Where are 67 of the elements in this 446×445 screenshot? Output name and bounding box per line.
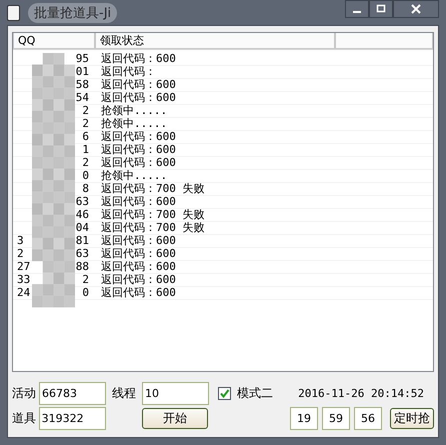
- app-icon: [7, 4, 20, 20]
- table-cell: 33: [17, 274, 30, 286]
- table-cell-text: 返回代码：600: [100, 261, 176, 273]
- timer-button[interactable]: 定时抢: [390, 408, 434, 429]
- table-cell: 6: [82, 131, 89, 143]
- checkbox[interactable]: [218, 387, 231, 400]
- table-cell: 8: [82, 183, 89, 195]
- input-field[interactable]: 56: [354, 407, 382, 430]
- input-field[interactable]: 19: [290, 407, 318, 430]
- table-cell-text: 返回代码：700 失败: [100, 183, 204, 195]
- maximize-button[interactable]: [369, 0, 393, 18]
- table-cell: 63: [76, 196, 89, 208]
- table-cell: 3: [17, 235, 24, 247]
- table-cell: 1: [82, 144, 89, 156]
- table-cell: 88: [76, 261, 89, 273]
- table-cell-text: 抢领中.....: [100, 170, 168, 182]
- input-field[interactable]: 10: [142, 382, 209, 405]
- table-cell-text: 返回代码：600: [100, 248, 176, 260]
- table-cell: 24: [17, 287, 30, 299]
- table-cell: 01: [76, 66, 89, 78]
- table-cell: 63: [76, 248, 89, 260]
- close-button[interactable]: [393, 0, 439, 18]
- table-cell-text: 返回代码：600: [100, 92, 176, 104]
- table-cell: 46: [76, 209, 89, 221]
- table-cell-text: 返回代码：600: [100, 131, 176, 143]
- table-cell: 0: [82, 170, 89, 182]
- table-cell-text: 返回代码：600: [100, 235, 176, 247]
- column-header[interactable]: QQ: [13, 33, 95, 49]
- table-cell: 58: [76, 79, 89, 91]
- table-cell: 54: [76, 92, 89, 104]
- table-cell-text: 返回代码：600: [100, 144, 176, 156]
- table-cell-text: 抢领中.....: [100, 118, 168, 130]
- minimize-icon: [353, 11, 361, 13]
- table-cell: 2: [82, 118, 89, 130]
- table-cell: 2: [82, 157, 89, 169]
- field-label: 道具: [12, 410, 37, 427]
- table-cell-text: 返回代码：700 失败: [100, 222, 204, 234]
- table-cell-text: 返回代码：600: [100, 196, 176, 208]
- table-cell-text: 抢领中.....: [100, 105, 168, 117]
- minimize-button[interactable]: [345, 0, 369, 18]
- input-field[interactable]: 66783: [39, 382, 106, 405]
- table-cell: 0: [82, 287, 89, 299]
- table-cell-text: 返回代码：600: [100, 53, 176, 65]
- table-cell: 2: [82, 105, 89, 117]
- start-button[interactable]: 开始: [142, 408, 208, 429]
- table-cell: 81: [76, 235, 89, 247]
- table-cell-text: 返回代码：600: [100, 274, 176, 286]
- table-cell: 2: [17, 248, 24, 260]
- window-title: 批量抢道具-Ji: [28, 2, 118, 22]
- table-cell-text: 返回代码：600: [100, 287, 176, 299]
- table-cell-text: 返回代码：600: [100, 79, 176, 91]
- input-field[interactable]: 59: [322, 407, 350, 430]
- table-cell-text: 返回代码：: [100, 66, 156, 78]
- input-field[interactable]: 319322: [38, 407, 106, 430]
- field-label: 活动: [12, 385, 37, 402]
- datetime-text: 2016-11-26 20:14:52: [298, 387, 424, 400]
- table-cell: 2: [82, 274, 89, 286]
- column-header[interactable]: 领取状态: [95, 33, 335, 49]
- field-label: 线程: [112, 385, 137, 402]
- table-cell-text: 返回代码：700 失败: [100, 209, 204, 221]
- checkbox-label: 模式二: [237, 385, 273, 402]
- table-cell: 95: [76, 53, 89, 65]
- close-icon: [411, 4, 421, 14]
- table-cell: 27: [17, 261, 30, 273]
- maximize-icon: [376, 4, 386, 14]
- table-cell-text: 返回代码：600: [100, 157, 176, 169]
- table-cell: 04: [76, 222, 89, 234]
